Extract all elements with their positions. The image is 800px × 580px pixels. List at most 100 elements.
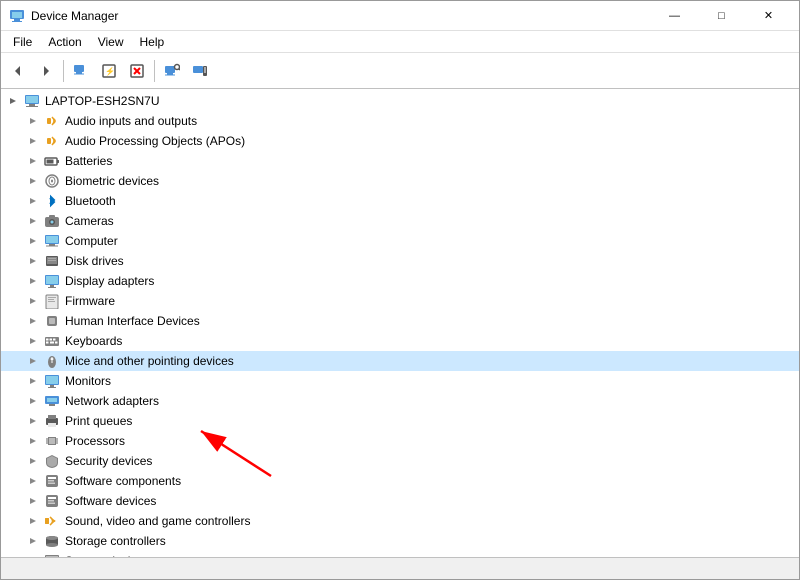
forward-button[interactable] — [33, 58, 59, 84]
item-label: Processors — [65, 434, 125, 448]
item-expander[interactable] — [25, 153, 41, 169]
item-expander[interactable] — [25, 493, 41, 509]
tree-item[interactable]: Software components — [1, 471, 799, 491]
item-icon-security — [44, 453, 60, 469]
item-label: Cameras — [65, 214, 114, 228]
tree-item[interactable]: Audio Processing Objects (APOs) — [1, 131, 799, 151]
tree-item[interactable]: Print queues — [1, 411, 799, 431]
item-icon-biometric — [44, 173, 60, 189]
item-expander[interactable] — [25, 173, 41, 189]
item-expander[interactable] — [25, 193, 41, 209]
window-title: Device Manager — [31, 9, 118, 23]
item-expander[interactable] — [25, 453, 41, 469]
tree-children: Audio inputs and outputs Audio Processing… — [1, 111, 799, 557]
tree-item[interactable]: Biometric devices — [1, 171, 799, 191]
item-label: Batteries — [65, 154, 112, 168]
tree-item[interactable]: Network adapters — [1, 391, 799, 411]
item-expander[interactable] — [25, 413, 41, 429]
update-driver-button[interactable]: ⚡ — [96, 58, 122, 84]
item-label: Keyboards — [65, 334, 122, 348]
item-icon-printer — [44, 413, 60, 429]
tree-item[interactable]: Monitors — [1, 371, 799, 391]
tree-item[interactable]: Bluetooth — [1, 191, 799, 211]
item-expander[interactable] — [25, 213, 41, 229]
menu-file[interactable]: File — [5, 33, 40, 51]
tree-item[interactable]: Security devices — [1, 451, 799, 471]
item-label: Network adapters — [65, 394, 159, 408]
tree-item[interactable]: Cameras — [1, 211, 799, 231]
tree-item[interactable]: Processors — [1, 431, 799, 451]
item-icon-storage — [44, 533, 60, 549]
item-icon-computer — [44, 233, 60, 249]
tree-item[interactable]: Firmware — [1, 291, 799, 311]
item-expander[interactable] — [25, 553, 41, 557]
show-devices-button[interactable] — [68, 58, 94, 84]
tree-item[interactable]: Computer — [1, 231, 799, 251]
tree-item[interactable]: System devices — [1, 551, 799, 557]
minimize-button[interactable]: — — [652, 1, 697, 31]
item-expander[interactable] — [25, 353, 41, 369]
item-expander[interactable] — [25, 433, 41, 449]
tree-item[interactable]: Disk drives — [1, 251, 799, 271]
item-label: Biometric devices — [65, 174, 159, 188]
item-icon-system — [44, 553, 60, 557]
item-icon-display — [44, 273, 60, 289]
item-expander[interactable] — [25, 113, 41, 129]
tree-item[interactable]: Keyboards — [1, 331, 799, 351]
item-expander[interactable] — [25, 313, 41, 329]
item-icon-battery — [44, 153, 60, 169]
item-icon-bluetooth — [44, 193, 60, 209]
menu-view[interactable]: View — [90, 33, 132, 51]
item-expander[interactable] — [25, 373, 41, 389]
item-label: Firmware — [65, 294, 115, 308]
tree-item[interactable]: Human Interface Devices — [1, 311, 799, 331]
device-manager-window: Device Manager — □ ✕ File Action View He… — [0, 0, 800, 580]
item-expander[interactable] — [25, 513, 41, 529]
root-icon — [24, 93, 40, 109]
item-expander[interactable] — [25, 133, 41, 149]
item-expander[interactable] — [25, 293, 41, 309]
uninstall-button[interactable] — [124, 58, 150, 84]
tree-item[interactable]: Display adapters — [1, 271, 799, 291]
item-label: Storage controllers — [65, 534, 166, 548]
tree-item[interactable]: Software devices — [1, 491, 799, 511]
item-icon-firmware — [44, 293, 60, 309]
item-label: Software components — [65, 474, 181, 488]
item-label: Sound, video and game controllers — [65, 514, 250, 528]
properties-button[interactable] — [187, 58, 213, 84]
tree-item[interactable]: Sound, video and game controllers — [1, 511, 799, 531]
svg-text:⚡: ⚡ — [105, 66, 115, 76]
window-icon — [9, 8, 25, 24]
item-icon-network — [44, 393, 60, 409]
title-bar-controls: — □ ✕ — [652, 1, 791, 31]
item-label: Human Interface Devices — [65, 314, 200, 328]
tree-item[interactable]: Storage controllers — [1, 531, 799, 551]
menu-action[interactable]: Action — [40, 33, 89, 51]
maximize-button[interactable]: □ — [699, 1, 744, 31]
menu-help[interactable]: Help — [132, 33, 173, 51]
item-label: Mice and other pointing devices — [65, 354, 234, 368]
item-icon-mouse — [44, 353, 60, 369]
item-expander[interactable] — [25, 273, 41, 289]
item-expander[interactable] — [25, 473, 41, 489]
root-label: LAPTOP-ESH2SN7U — [45, 94, 160, 108]
menu-bar: File Action View Help — [1, 31, 799, 53]
tree-item[interactable]: Audio inputs and outputs — [1, 111, 799, 131]
scan-button[interactable] — [159, 58, 185, 84]
tree-root[interactable]: LAPTOP-ESH2SN7U — [1, 91, 799, 111]
item-label: Computer — [65, 234, 118, 248]
item-label: Audio Processing Objects (APOs) — [65, 134, 245, 148]
device-tree-container[interactable]: LAPTOP-ESH2SN7U Audio inputs and outputs… — [1, 89, 799, 557]
item-label: Software devices — [65, 494, 156, 508]
close-button[interactable]: ✕ — [746, 1, 791, 31]
root-expander[interactable] — [5, 93, 21, 109]
tree-item[interactable]: Mice and other pointing devices — [1, 351, 799, 371]
back-button[interactable] — [5, 58, 31, 84]
item-expander[interactable] — [25, 253, 41, 269]
item-expander[interactable] — [25, 533, 41, 549]
item-expander[interactable] — [25, 233, 41, 249]
item-expander[interactable] — [25, 393, 41, 409]
item-icon-disk — [44, 253, 60, 269]
tree-item[interactable]: Batteries — [1, 151, 799, 171]
item-expander[interactable] — [25, 333, 41, 349]
